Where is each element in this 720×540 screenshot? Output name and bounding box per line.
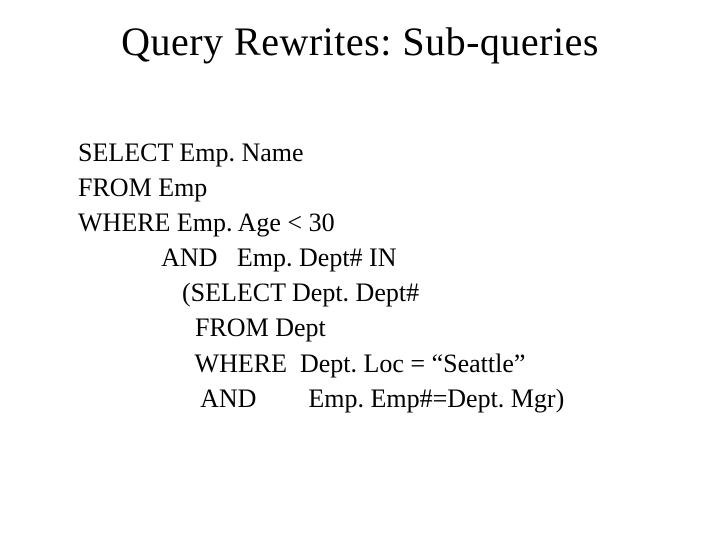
code-line: FROM Emp [78,170,650,205]
code-line: WHERE Emp. Age < 30 [78,205,650,240]
code-line: WHERE Dept. Loc = “Seattle” [78,346,650,381]
sql-query-block: SELECT Emp. Name FROM Emp WHERE Emp. Age… [70,135,650,416]
code-line: AND Emp. Dept# IN [78,240,650,275]
slide-title: Query Rewrites: Sub-queries [70,18,650,65]
code-line: SELECT Emp. Name [78,135,650,170]
code-line: (SELECT Dept. Dept# [78,275,650,310]
code-line: AND Emp. Emp#=Dept. Mgr) [78,381,650,416]
code-line: FROM Dept [78,310,650,345]
